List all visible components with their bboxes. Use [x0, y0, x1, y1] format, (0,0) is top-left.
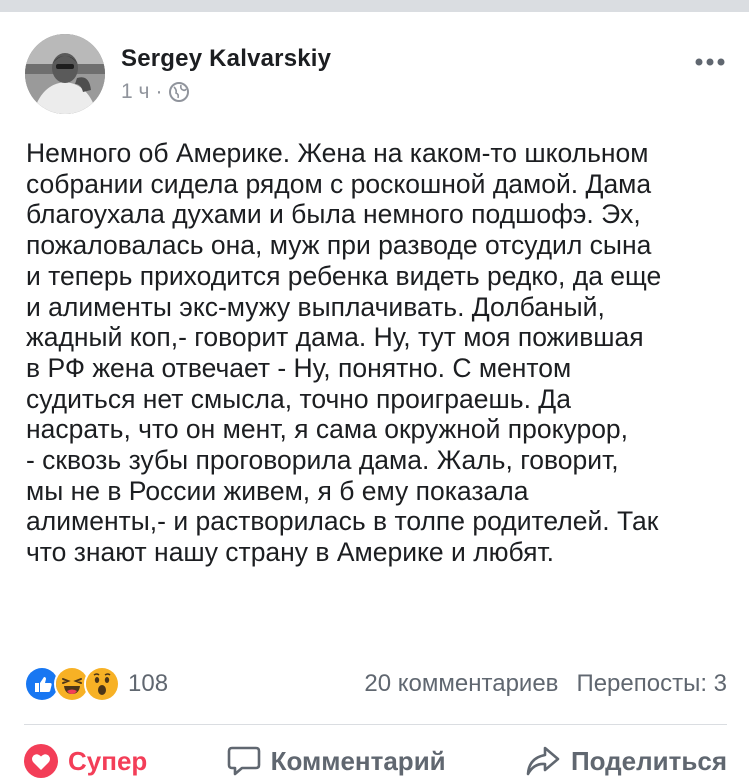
post-text-line: в РФ жена отвечает - Ну, понятно. С мент… — [26, 352, 572, 383]
love-button-label: Супер — [68, 745, 148, 776]
post-text-line: судиться нет смысла, точно проиграешь. Д… — [26, 383, 571, 414]
globe-icon — [168, 81, 190, 103]
divider — [24, 724, 727, 725]
post-text-line: - сквозь зубы проговорила дама. Жаль, го… — [26, 445, 619, 476]
post-text: Немного об Америке. Жена на каком-то шко… — [26, 138, 731, 568]
post-text-line: собрании сидела рядом с роскошной дамой.… — [26, 168, 652, 199]
author-name[interactable]: Sergey Kalvarskiy — [121, 45, 331, 73]
comment-button[interactable]: Комментарий — [227, 745, 446, 777]
post-meta: 1 ч · — [121, 80, 190, 104]
heart-icon — [24, 744, 58, 778]
top-strip — [0, 0, 749, 12]
comment-bubble-icon — [227, 746, 260, 776]
share-button[interactable]: Поделиться — [525, 745, 727, 777]
action-bar: Супер Комментарий Поделиться — [24, 737, 727, 779]
avatar[interactable] — [25, 34, 105, 114]
post-card: Sergey Kalvarskiy 1 ч · Немного об Амери… — [0, 12, 749, 779]
meta-separator: · — [155, 80, 163, 103]
avatar-photo — [25, 34, 105, 114]
post-stats: 108 20 комментариев Перепосты: 3 — [24, 666, 727, 702]
post-text-line: и теперь приходится ребенка видеть редко… — [26, 260, 662, 291]
post-time[interactable]: 1 ч — [121, 80, 149, 104]
love-reaction-button[interactable]: Супер — [24, 744, 147, 778]
post-text-line: насрать, что он мент, я сама окружной пр… — [26, 414, 629, 445]
post-text-line: и алименты экс-мужу выплачивать. Долбаны… — [26, 291, 605, 322]
wow-reaction-icon — [84, 666, 120, 702]
shares-count-link[interactable]: Перепосты: 3 — [576, 670, 727, 698]
post-text-line: пожаловалась она, муж при разводе отсуди… — [26, 230, 652, 261]
post-text-line: что знают нашу страну в Америке и любят. — [26, 537, 555, 568]
post-text-line: Немного об Америке. Жена на каком-то шко… — [26, 138, 649, 168]
stats-links: 20 комментариев Перепосты: 3 — [364, 670, 727, 698]
comments-count-link[interactable]: 20 комментариев — [364, 670, 558, 698]
page: Sergey Kalvarskiy 1 ч · Немного об Амери… — [0, 0, 749, 779]
reaction-count: 108 — [128, 670, 169, 697]
post-text-line: жадный коп,- говорит дама. Ну, тут моя п… — [26, 322, 644, 353]
post-text-line: мы не в России живем, я б ему показала — [26, 475, 529, 506]
reactions-summary[interactable]: 108 — [24, 666, 168, 702]
post-text-line: благоухала духами и была немного подшофэ… — [26, 199, 641, 230]
comment-button-label: Комментарий — [270, 745, 446, 776]
share-arrow-icon — [526, 746, 560, 776]
post-text-line: алименты,- и растворилась в толпе родите… — [26, 506, 659, 537]
more-horizontal-icon[interactable] — [693, 52, 727, 72]
share-button-label: Поделиться — [570, 745, 727, 776]
